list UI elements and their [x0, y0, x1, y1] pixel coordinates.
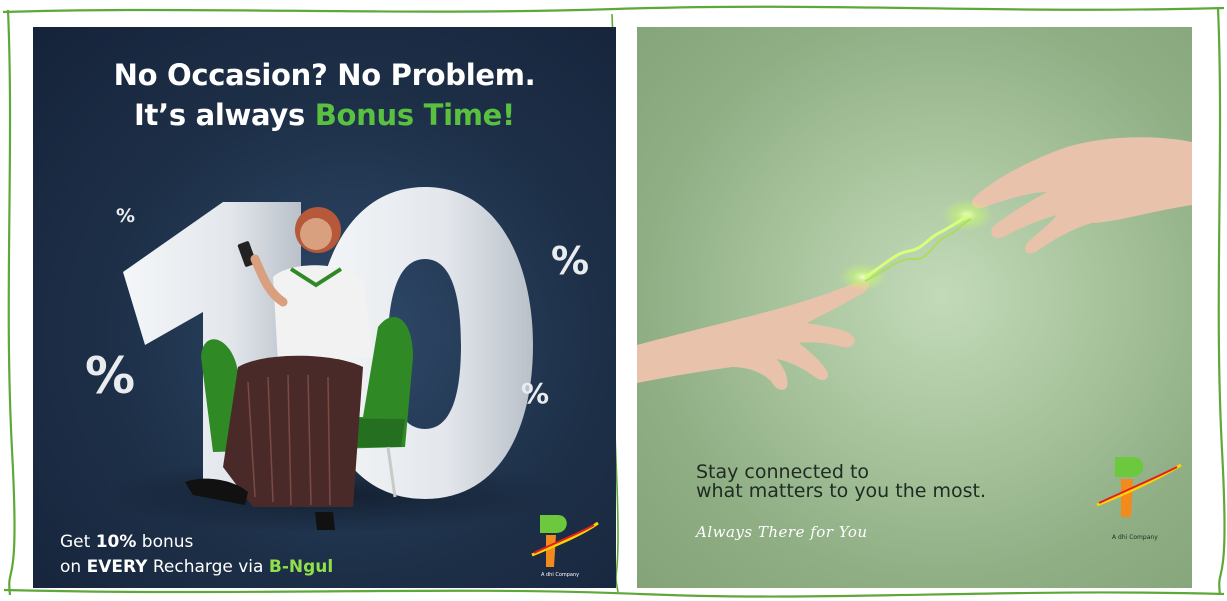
offer-line2-bold: EVERY [86, 557, 148, 577]
percent-decor-bottom-right: % [521, 377, 550, 410]
offer-line1-suffix: bonus [136, 532, 194, 552]
offer-line1-bold: 10% [95, 532, 137, 552]
upper-hand [971, 137, 1192, 254]
percent-decor-left: % [85, 347, 136, 405]
offer-line2-prefix: on [60, 557, 87, 577]
logo-subtext: A dhi Company [541, 572, 580, 578]
offer-line2-middle: Recharge via [147, 557, 269, 577]
stay-connected-ad: Stay connected to what matters to you th… [637, 27, 1192, 588]
percent-decor-top-left: % [116, 205, 136, 227]
b-ngul-brand: B-Ngul [268, 557, 334, 577]
woman-skirt [223, 355, 363, 507]
energy-spark [864, 213, 970, 279]
b-mobile-logo [1096, 457, 1182, 517]
bonus-time-ad: No Occasion? No Problem. It’s always Bon… [33, 27, 616, 588]
big-ten-illustration [103, 187, 599, 567]
percent-decor-right: % [551, 239, 590, 283]
tagline-line2: what matters to you the most. [696, 480, 987, 502]
logo-subtext: A dhi Company [1112, 534, 1158, 541]
offer-line1-prefix: Get [60, 532, 96, 552]
touching-hands-illustration [637, 137, 1192, 517]
lower-hand [637, 280, 870, 390]
b-mobile-logo [531, 515, 599, 567]
offer-line2: on EVERY Recharge via B-Ngul [60, 557, 333, 577]
slogan-script: Always There for You [696, 523, 868, 541]
offer-line1: Get 10% bonus [60, 532, 193, 552]
